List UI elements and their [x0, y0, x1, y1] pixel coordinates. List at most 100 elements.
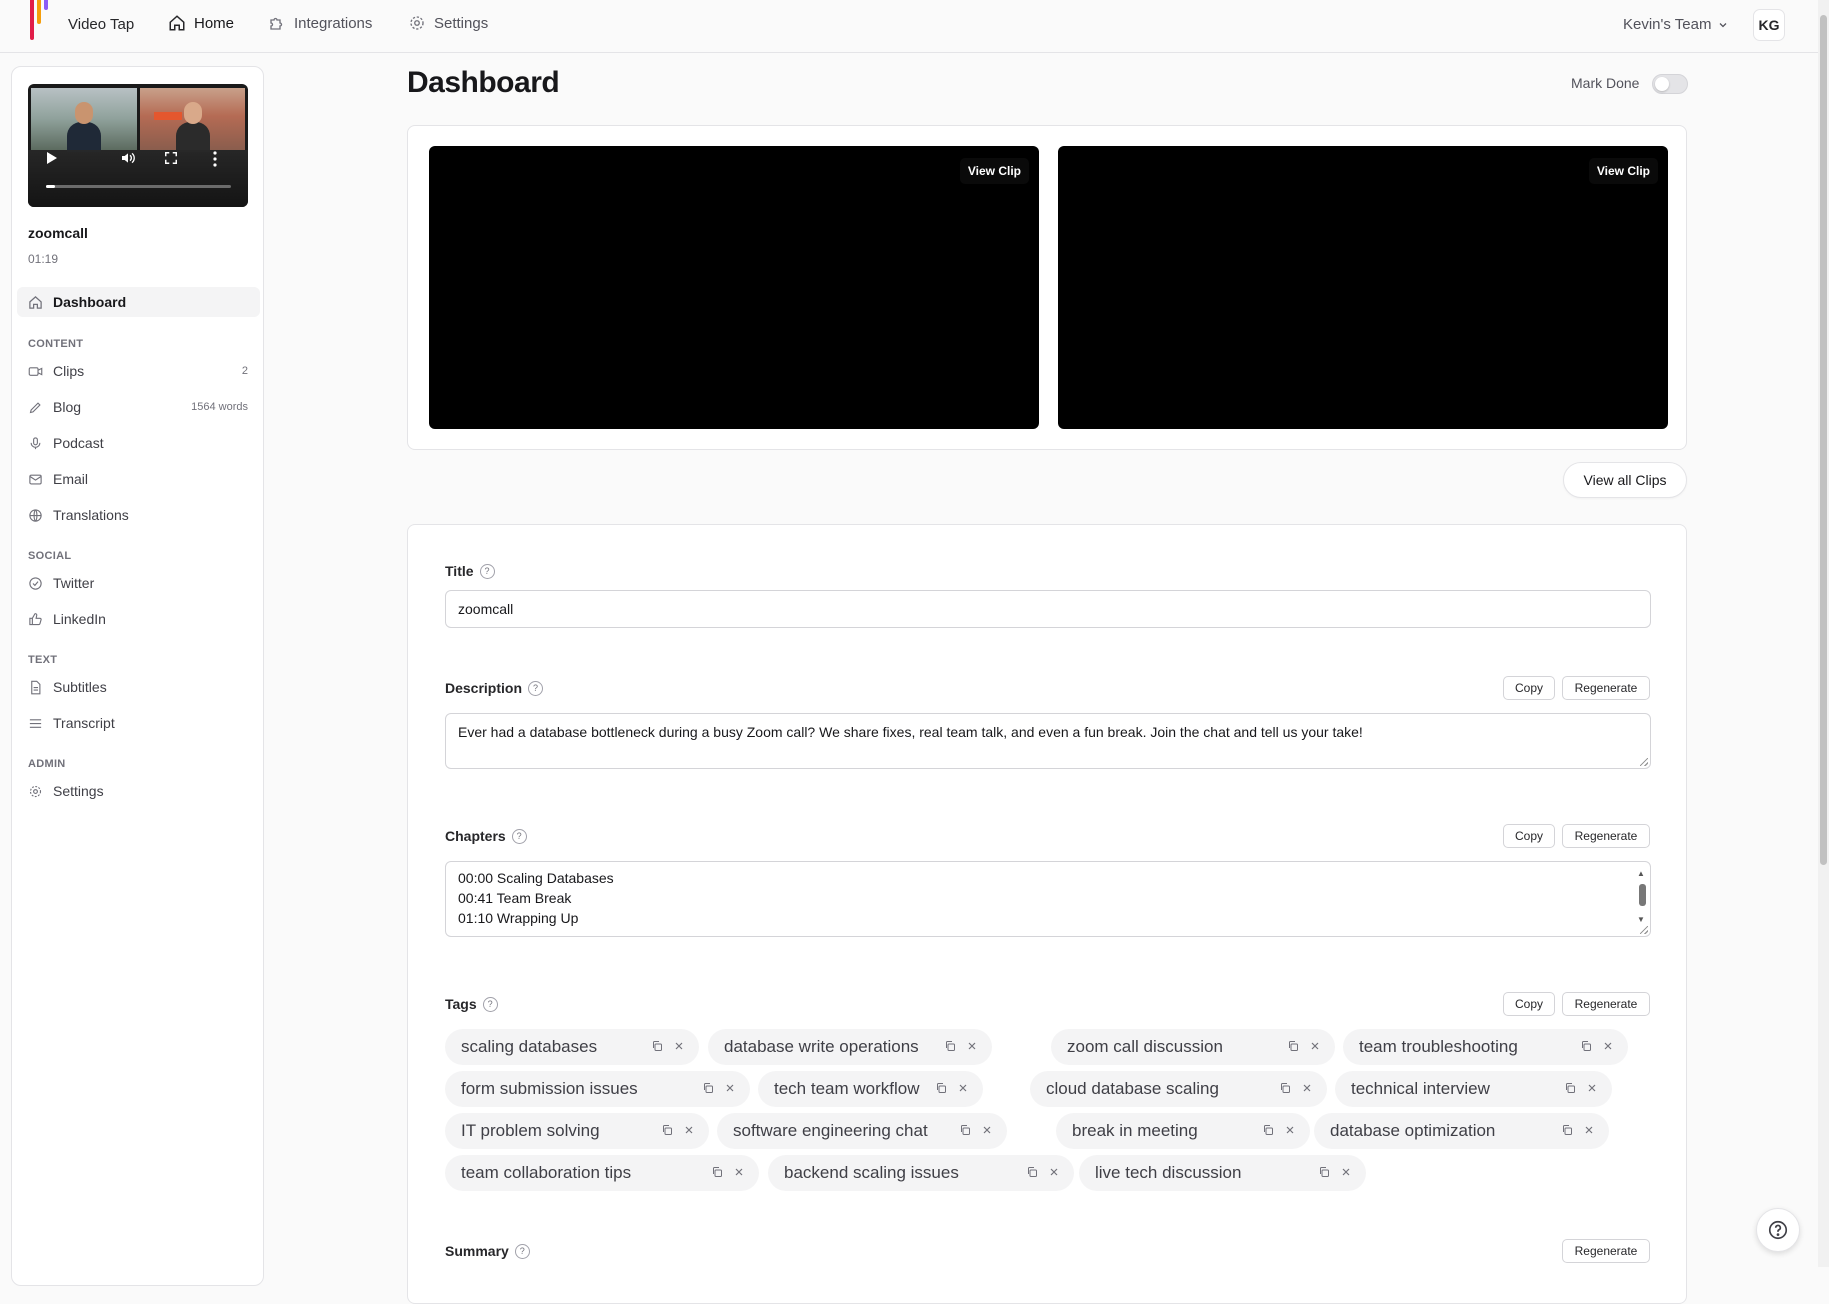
- sidebar-item-settings[interactable]: Settings: [17, 776, 260, 806]
- tag-chip[interactable]: software engineering chat: [717, 1113, 1007, 1149]
- sidebar-item-translations[interactable]: Translations: [17, 500, 260, 530]
- copy-icon[interactable]: [1580, 1040, 1592, 1052]
- close-icon[interactable]: [724, 1082, 736, 1094]
- copy-button[interactable]: Copy: [1503, 992, 1555, 1016]
- tag-chip[interactable]: zoom call discussion: [1051, 1029, 1335, 1065]
- copy-icon[interactable]: [1262, 1124, 1274, 1136]
- tag-chip[interactable]: database write operations: [708, 1029, 992, 1065]
- copy-icon[interactable]: [1026, 1166, 1038, 1178]
- fullscreen-icon[interactable]: [164, 151, 178, 165]
- help-icon[interactable]: ?: [511, 828, 527, 844]
- sidebar-item-podcast[interactable]: Podcast: [17, 428, 260, 458]
- title-input[interactable]: zoomcall: [445, 590, 1651, 628]
- copy-icon[interactable]: [702, 1082, 714, 1094]
- view-clip-button[interactable]: View Clip: [1588, 158, 1658, 184]
- tag-chip[interactable]: team troubleshooting: [1343, 1029, 1628, 1065]
- copy-icon[interactable]: [1564, 1082, 1576, 1094]
- regenerate-button[interactable]: Regenerate: [1562, 992, 1650, 1016]
- tag-chip[interactable]: cloud database scaling: [1030, 1071, 1327, 1107]
- nav-integrations[interactable]: Integrations: [268, 14, 372, 32]
- description-textarea[interactable]: Ever had a database bottleneck during a …: [445, 713, 1651, 769]
- video-progress-bar[interactable]: [46, 185, 231, 188]
- close-icon[interactable]: [1301, 1082, 1313, 1094]
- sidebar-item-linkedin[interactable]: LinkedIn: [17, 604, 260, 634]
- tag-chip[interactable]: database optimization: [1314, 1113, 1609, 1149]
- page-scrollbar[interactable]: [1818, 0, 1829, 1267]
- nav-home[interactable]: Home: [168, 14, 234, 32]
- video-player[interactable]: [28, 84, 248, 207]
- help-icon[interactable]: ?: [514, 1243, 530, 1259]
- tag-chip[interactable]: live tech discussion: [1079, 1155, 1366, 1191]
- help-icon[interactable]: ?: [482, 996, 498, 1012]
- copy-icon[interactable]: [1561, 1124, 1573, 1136]
- chapters-scrollbar[interactable]: ▲ ▼: [1636, 864, 1648, 934]
- scroll-up-arrow[interactable]: ▲: [1637, 864, 1645, 884]
- clip-preview[interactable]: View Clip: [429, 146, 1039, 429]
- copy-icon[interactable]: [661, 1124, 673, 1136]
- copy-icon[interactable]: [711, 1166, 723, 1178]
- close-icon[interactable]: [673, 1040, 685, 1052]
- close-icon[interactable]: [1583, 1124, 1595, 1136]
- copy-icon[interactable]: [1279, 1082, 1291, 1094]
- sidebar-item-email[interactable]: Email: [17, 464, 260, 494]
- play-icon[interactable]: [46, 151, 58, 165]
- tag-chip[interactable]: break in meeting: [1056, 1113, 1310, 1149]
- more-options-icon[interactable]: [212, 151, 218, 167]
- sidebar-item-dashboard[interactable]: Dashboard: [17, 287, 260, 317]
- document-icon: [31, 680, 41, 694]
- resize-handle[interactable]: [1640, 758, 1648, 766]
- close-icon[interactable]: [1340, 1166, 1352, 1178]
- close-icon[interactable]: [1284, 1124, 1296, 1136]
- close-icon[interactable]: [966, 1040, 978, 1052]
- copy-icon[interactable]: [651, 1040, 663, 1052]
- page-scrollbar-thumb[interactable]: [1820, 15, 1827, 865]
- regenerate-button[interactable]: Regenerate: [1562, 824, 1650, 848]
- close-icon[interactable]: [1048, 1166, 1060, 1178]
- close-icon[interactable]: [733, 1166, 745, 1178]
- volume-icon[interactable]: [120, 150, 136, 166]
- tag-chip[interactable]: team collaboration tips: [445, 1155, 759, 1191]
- help-icon[interactable]: ?: [479, 563, 495, 579]
- clip-preview[interactable]: View Clip: [1058, 146, 1668, 429]
- video-tap-logo[interactable]: [28, 0, 58, 40]
- close-icon[interactable]: [957, 1082, 969, 1094]
- copy-button[interactable]: Copy: [1503, 676, 1555, 700]
- resize-handle[interactable]: [1640, 926, 1648, 934]
- close-icon[interactable]: [683, 1124, 695, 1136]
- close-icon[interactable]: [1586, 1082, 1598, 1094]
- copy-icon[interactable]: [935, 1082, 947, 1094]
- tag-chip[interactable]: IT problem solving: [445, 1113, 709, 1149]
- nav-settings-label: Settings: [434, 14, 489, 32]
- tag-chip[interactable]: tech team workflow: [758, 1071, 983, 1107]
- help-chat-button[interactable]: [1756, 1208, 1800, 1252]
- sidebar-item-subtitles[interactable]: Subtitles: [17, 672, 260, 702]
- help-icon[interactable]: ?: [528, 680, 544, 696]
- regenerate-button[interactable]: Regenerate: [1562, 1239, 1650, 1263]
- copy-button[interactable]: Copy: [1503, 824, 1555, 848]
- sidebar-item-transcript[interactable]: Transcript: [17, 708, 260, 738]
- tag-chip[interactable]: backend scaling issues: [768, 1155, 1074, 1191]
- close-icon[interactable]: [1309, 1040, 1321, 1052]
- sidebar-item-clips[interactable]: Clips 2: [17, 356, 260, 386]
- regenerate-button[interactable]: Regenerate: [1562, 676, 1650, 700]
- tag-chip[interactable]: form submission issues: [445, 1071, 750, 1107]
- tag-chip[interactable]: scaling databases: [445, 1029, 699, 1065]
- brand-name[interactable]: Video Tap: [68, 16, 134, 33]
- close-icon[interactable]: [1602, 1040, 1614, 1052]
- copy-icon[interactable]: [1287, 1040, 1299, 1052]
- copy-icon[interactable]: [959, 1124, 971, 1136]
- chapters-textarea[interactable]: 00:00 Scaling Databases 00:41 Team Break…: [445, 861, 1651, 937]
- close-icon[interactable]: [981, 1124, 993, 1136]
- tag-label: form submission issues: [461, 1079, 638, 1098]
- tag-chip[interactable]: technical interview: [1335, 1071, 1612, 1107]
- team-switcher[interactable]: Kevin's Team: [1623, 16, 1729, 33]
- view-all-clips-button[interactable]: View all Clips: [1563, 462, 1687, 498]
- sidebar-item-blog[interactable]: Blog 1564 words: [17, 392, 260, 422]
- copy-icon[interactable]: [1318, 1166, 1330, 1178]
- user-avatar[interactable]: KG: [1753, 9, 1785, 41]
- sidebar-item-twitter[interactable]: Twitter: [17, 568, 260, 598]
- mark-done-toggle[interactable]: [1652, 74, 1688, 94]
- nav-settings[interactable]: Settings: [408, 14, 488, 32]
- view-clip-button[interactable]: View Clip: [959, 158, 1029, 184]
- copy-icon[interactable]: [944, 1040, 956, 1052]
